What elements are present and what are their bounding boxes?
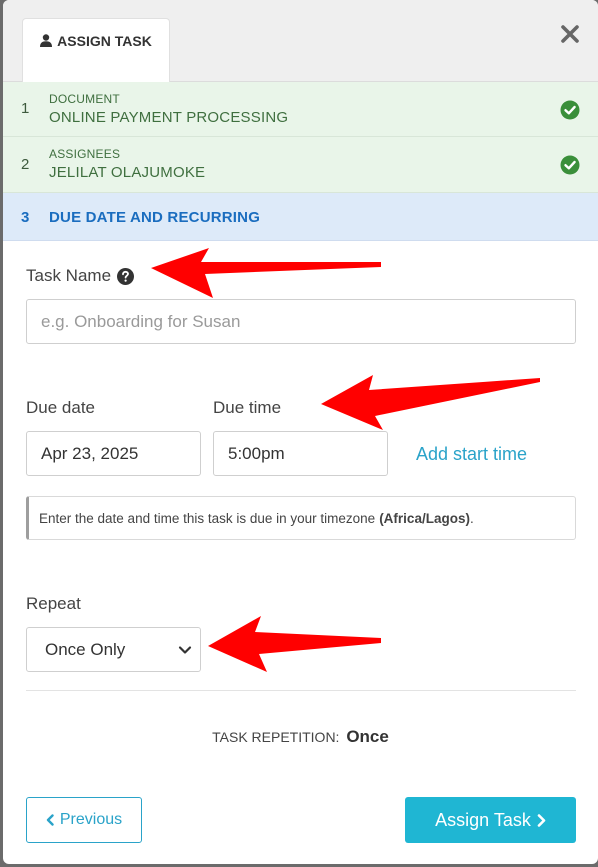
assign-label: Assign Task (435, 809, 531, 830)
timezone-notice: Enter the date and time this task is due… (26, 496, 576, 540)
assign-task-button[interactable]: Assign Task (405, 797, 576, 843)
divider (26, 690, 576, 691)
tab-label: ASSIGN TASK (57, 33, 152, 49)
step-value: ONLINE PAYMENT PROCESSING (49, 109, 289, 126)
check-circle-icon (560, 155, 580, 175)
step-number: 3 (21, 209, 30, 226)
step-title: DUE DATE AND RECURRING (49, 209, 261, 226)
chevron-left-icon (46, 814, 54, 826)
step-caption: DOCUMENT (49, 92, 120, 106)
help-icon[interactable] (117, 267, 135, 285)
chevron-right-icon (537, 813, 546, 827)
repeat-label: Repeat (26, 594, 81, 613)
previous-label: Previous (59, 811, 123, 828)
tab-assign-task[interactable]: ASSIGN TASK (22, 18, 170, 82)
notice-timezone: (Africa/Lagos) (379, 510, 470, 526)
due-time-label: Due time (213, 398, 282, 417)
notice-end: . (469, 510, 474, 526)
step-value: JELILAT OLAJUMOKE (49, 164, 206, 181)
close-icon (561, 25, 579, 43)
repeat-select[interactable]: Once Only (26, 627, 201, 672)
due-date-input[interactable]: Apr 23, 2025 (26, 431, 201, 476)
task-repetition: TASK REPETITION: Once (3, 727, 598, 747)
task-name-label: Task Name (26, 266, 112, 285)
check-circle-icon (560, 100, 580, 120)
notice-text: Enter the date and time this task is due… (39, 510, 376, 526)
add-start-time-link[interactable]: Add start time (416, 444, 527, 465)
repeat-value: Once Only (45, 639, 126, 659)
step-caption: ASSIGNEES (49, 147, 121, 161)
previous-button[interactable]: Previous (26, 797, 142, 843)
user-icon (40, 34, 53, 47)
step-assignees[interactable]: 2 ASSIGNEES JELILAT OLAJUMOKE (3, 137, 598, 193)
step-number: 1 (21, 100, 30, 117)
assign-task-modal: ASSIGN TASK 1 DOCUMENT ONLINE PAYMENT PR… (3, 0, 598, 864)
chevron-down-icon (178, 646, 192, 654)
close-button[interactable] (556, 20, 584, 48)
due-date-label: Due date (26, 398, 95, 417)
due-time-input[interactable]: 5:00pm (213, 431, 388, 476)
task-name-label-row: Task Name (26, 266, 135, 286)
step-due-date[interactable]: 3 DUE DATE AND RECURRING (3, 193, 598, 241)
repetition-label: TASK REPETITION: (212, 729, 340, 745)
step-document[interactable]: 1 DOCUMENT ONLINE PAYMENT PROCESSING (3, 82, 598, 137)
task-name-input[interactable]: e.g. Onboarding for Susan (26, 299, 576, 344)
step-number: 2 (21, 156, 30, 173)
modal-header: ASSIGN TASK (3, 0, 598, 82)
repetition-value: Once (346, 727, 389, 746)
